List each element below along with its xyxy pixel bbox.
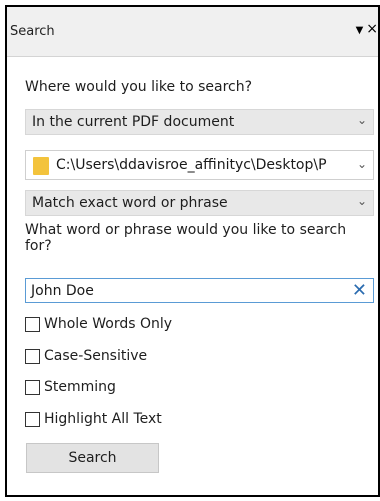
search-query-value: John Doe: [31, 283, 94, 299]
search-button[interactable]: Search: [26, 443, 159, 473]
search-path-select[interactable]: C:\Users\ddavisroe_affinityc\Desktop\P ⌄: [25, 150, 374, 180]
checkbox[interactable]: [25, 380, 40, 395]
option-label: Stemming: [44, 379, 116, 395]
search-location-select[interactable]: In the current PDF document ⌄: [25, 109, 374, 135]
chevron-down-icon: ⌄: [356, 194, 367, 208]
option-label: Highlight All Text: [44, 411, 162, 427]
search-location-label: Where would you like to search?: [25, 79, 253, 95]
close-icon[interactable]: ×: [366, 21, 378, 37]
match-mode-select[interactable]: Match exact word or phrase ⌄: [25, 190, 374, 216]
search-query-input[interactable]: John Doe ✕: [25, 278, 374, 303]
clear-icon[interactable]: ✕: [352, 280, 367, 301]
checkbox[interactable]: [25, 412, 40, 427]
search-location-value: In the current PDF document: [32, 114, 235, 130]
checkbox[interactable]: [25, 349, 40, 364]
checkbox[interactable]: [25, 317, 40, 332]
panel-menu-dropdown-icon[interactable]: ▼: [356, 25, 364, 36]
option-label: Whole Words Only: [44, 316, 173, 332]
panel-title-bar: Search ▼ ×: [7, 7, 378, 57]
query-label: What word or phrase would you like to se…: [25, 222, 347, 254]
match-mode-value: Match exact word or phrase: [32, 195, 228, 211]
chevron-down-icon: ⌄: [356, 113, 367, 127]
option-label: Case-Sensitive: [44, 348, 148, 364]
chevron-down-icon: ⌄: [356, 157, 367, 171]
search-path-value: C:\Users\ddavisroe_affinityc\Desktop\P: [56, 157, 327, 173]
search-panel: Search ▼ × Where would you like to search…: [5, 5, 380, 497]
title-controls: ▼ ×: [356, 21, 378, 37]
folder-icon: [33, 157, 49, 175]
panel-title: Search: [10, 24, 55, 39]
